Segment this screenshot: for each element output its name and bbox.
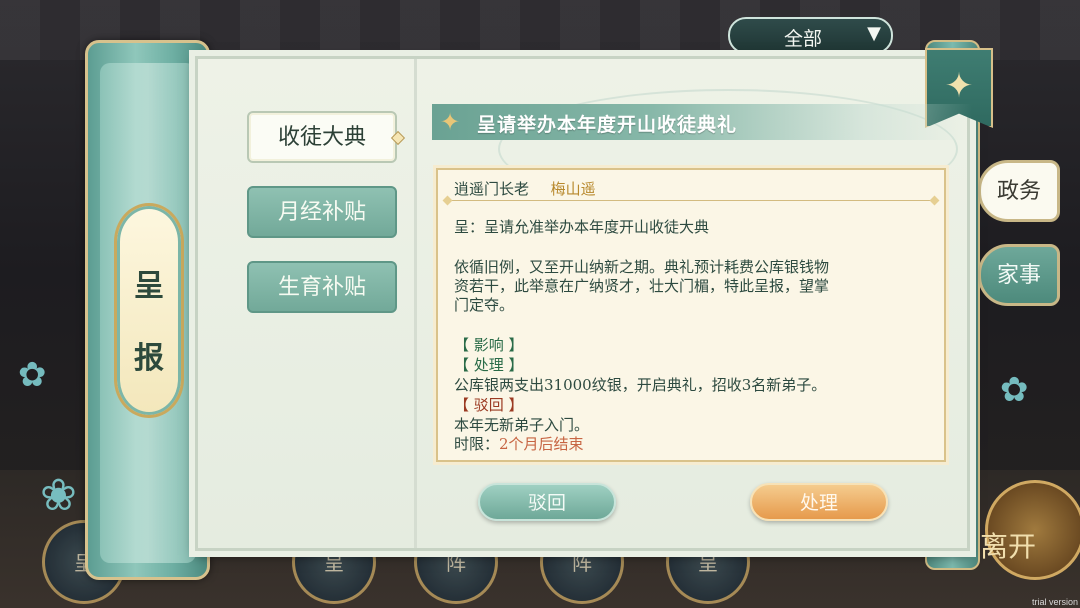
tab-birth-subsidy[interactable]: 生育补贴 — [247, 261, 397, 313]
leave-text: 离开 — [980, 530, 1037, 563]
tab-label: 月经补贴 — [277, 200, 366, 225]
handle-header: 【 处理 】 — [454, 356, 524, 374]
tab-label: 生育补贴 — [277, 275, 366, 300]
lotus-decoration-icon: ❀ — [40, 470, 77, 521]
tab-recruit-ceremony[interactable]: 收徒大典 — [247, 111, 406, 163]
family-affairs-button[interactable]: 家事 — [978, 244, 1060, 306]
compass-star-icon: ✦ — [440, 108, 461, 136]
tab-label: 收徒大典 — [277, 125, 366, 150]
report-tag: 呈 报 — [114, 203, 184, 418]
report-letter: 逍遥门长老 梅山遥 呈：呈请允准举办本年度开山收徒大典 依循旧例，又至开山纳新之… — [436, 168, 946, 462]
handle-button[interactable]: 处理 — [750, 483, 888, 521]
divider-diamond-icon — [442, 195, 453, 206]
report-tag-char-1: 呈 — [134, 269, 164, 304]
lotus-decoration-icon: ✿ — [1000, 370, 1029, 410]
dropdown-arrow-icon: ▼ — [867, 23, 881, 44]
author-name: 梅山遥 — [550, 180, 596, 198]
reject-header: 【 驳回 】 — [454, 396, 524, 414]
report-tag-char-2: 报 — [134, 341, 164, 376]
deadline-value: 2个月后结束 — [499, 435, 584, 453]
filter-dropdown[interactable]: 全部 ▼ — [728, 17, 893, 54]
panel-divider — [414, 59, 417, 548]
close-star-icon[interactable]: ✦ — [937, 64, 981, 108]
gov-affairs-button[interactable]: 政务 — [978, 160, 1060, 222]
report-body-line-3: 门定夺。 — [454, 296, 515, 314]
deadline-line: 时限：2个月后结束 — [454, 433, 584, 454]
deadline-label: 时限： — [454, 435, 500, 453]
tab-monthly-subsidy[interactable]: 月经补贴 — [247, 186, 397, 238]
trial-watermark: trial version — [1031, 597, 1078, 607]
report-body-line-2: 资若干，此举意在广纳贤才，壮大门楣，特此呈报，望掌 — [454, 277, 830, 295]
lotus-decoration-icon: ✿ — [18, 355, 47, 395]
report-title: 呈请举办本年度开山收徒典礼 — [477, 114, 738, 136]
letter-divider — [448, 200, 934, 201]
impact-header: 【 影响 】 — [454, 336, 524, 354]
filter-selected-label: 全部 — [784, 28, 823, 50]
report-subject: 呈：呈请允准举办本年度开山收徒大典 — [454, 218, 710, 236]
author-role: 逍遥门长老 — [454, 180, 530, 198]
reject-button[interactable]: 驳回 — [478, 483, 616, 521]
author-line: 逍遥门长老 梅山遥 — [454, 178, 596, 199]
reject-effect-text: 本年无新弟子入门。 — [454, 416, 590, 434]
report-body-line-1: 依循旧例，又至开山纳新之期。典礼预计耗费公库银钱物 — [454, 258, 830, 276]
divider-diamond-icon — [929, 195, 940, 206]
handle-effect-text: 公库银两支出31000纹银，开启典礼，招收3名新弟子。 — [454, 376, 827, 394]
